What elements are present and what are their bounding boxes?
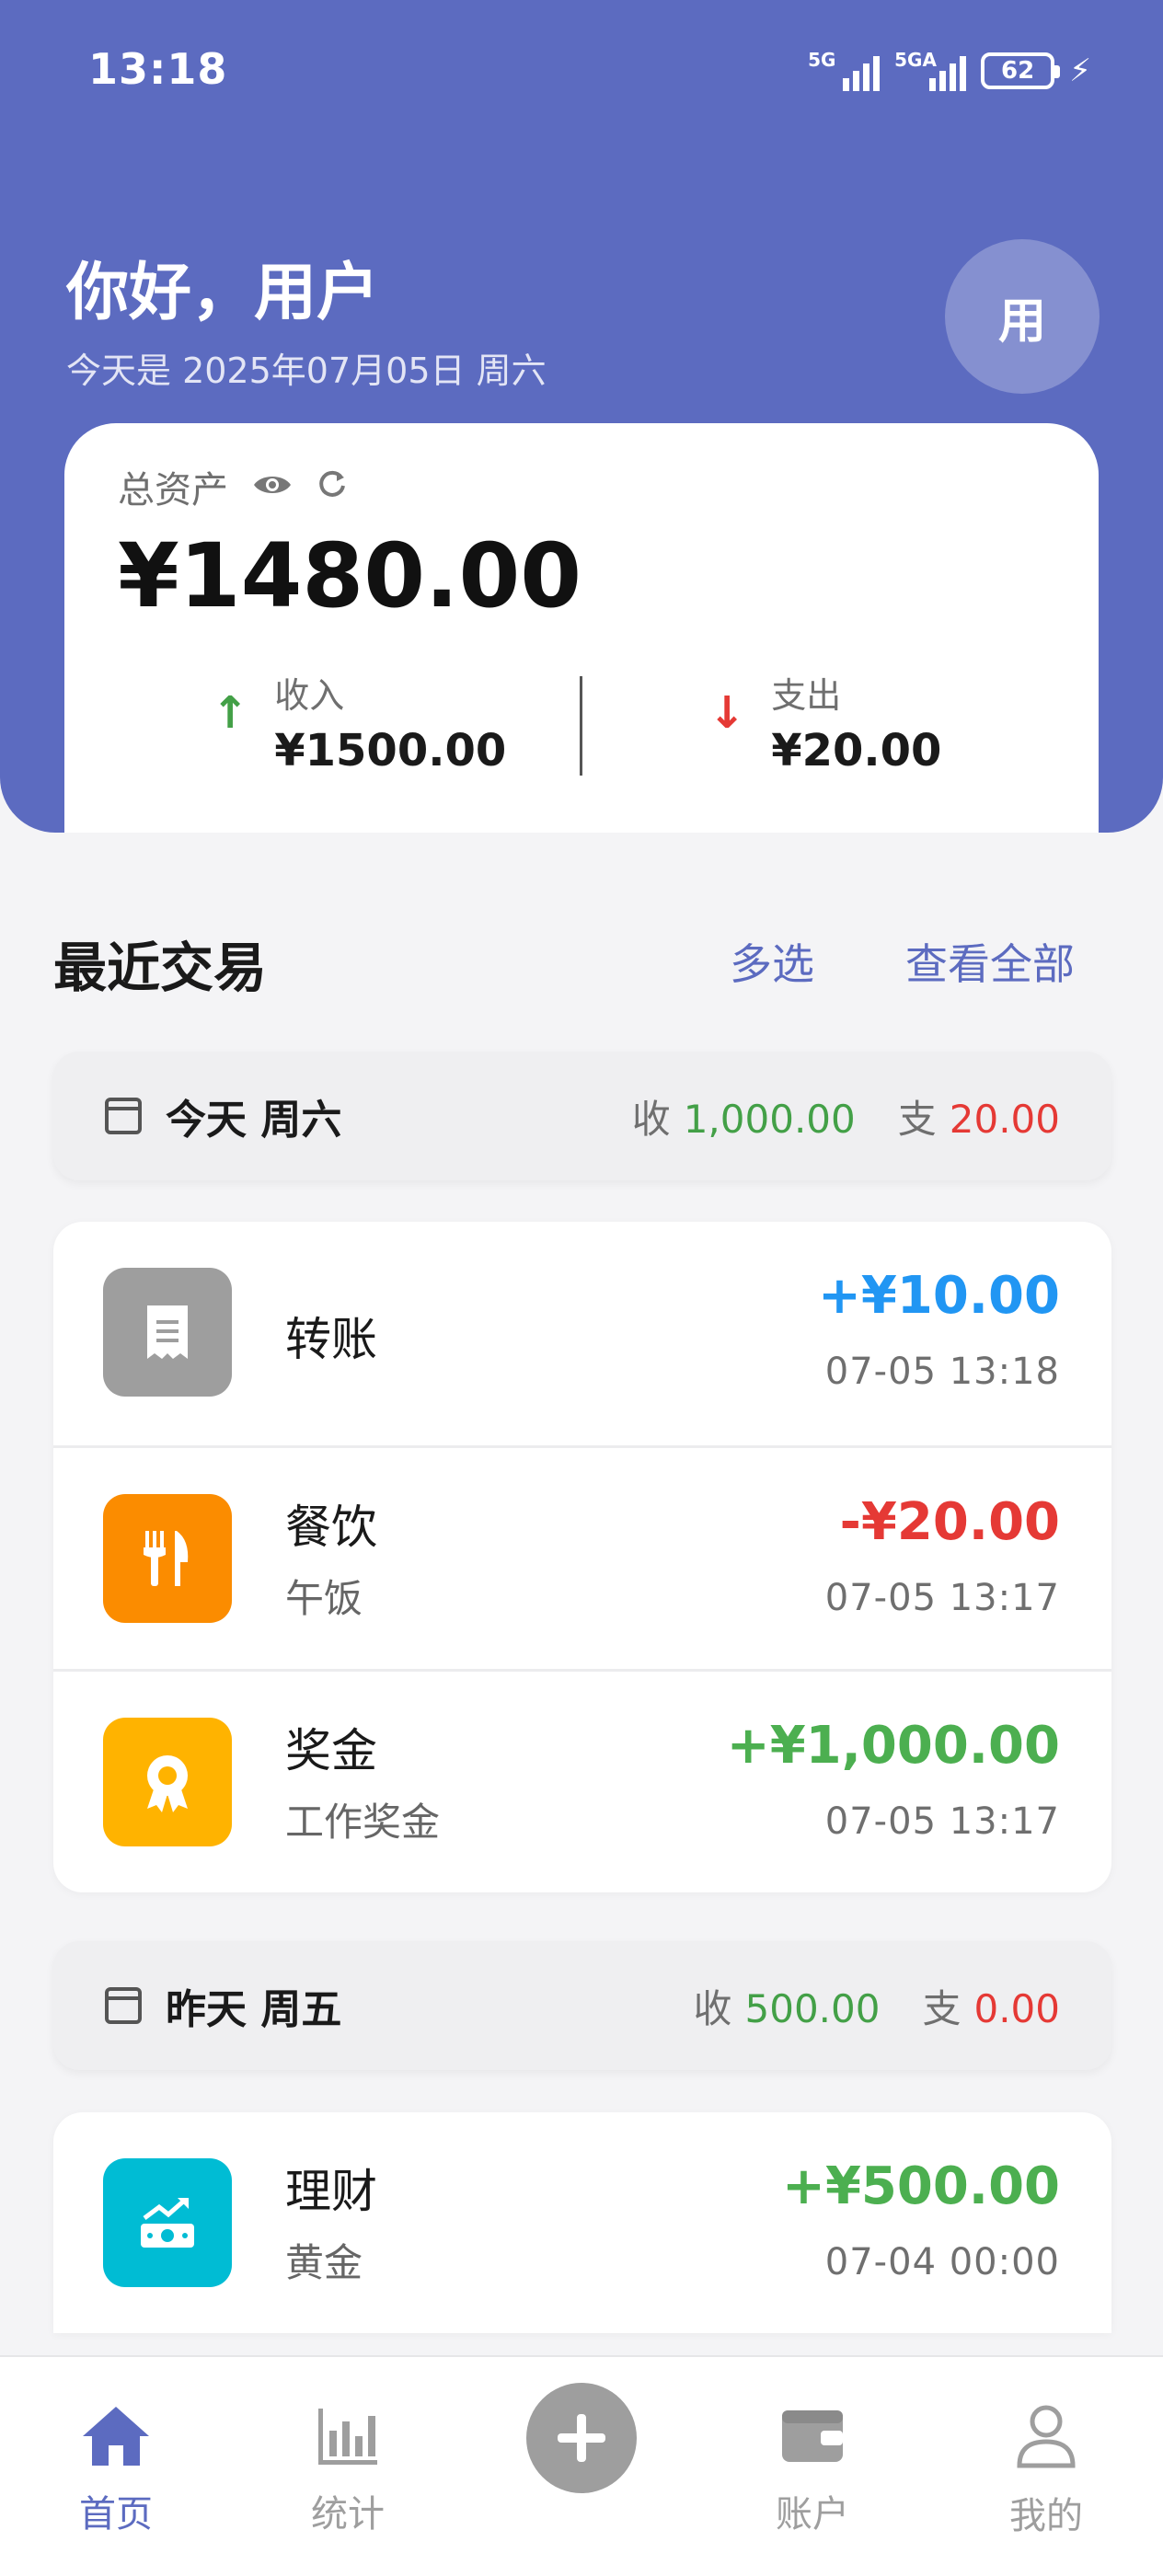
nav-stats-label: 统计	[311, 2493, 385, 2536]
transaction-card: 理财 黄金 +¥500.00 07-04 00:00	[53, 2112, 1111, 2333]
eye-icon[interactable]	[252, 468, 293, 505]
transaction-note: 黄金	[285, 2240, 363, 2285]
income-summary: ↑ 收入 ¥1500.00	[212, 667, 506, 776]
transaction-category: 理财	[285, 2165, 377, 2218]
transaction-amount: +¥500.00	[782, 2156, 1060, 2216]
day-expense: 0.00	[973, 1985, 1060, 2031]
nav-accounts[interactable]: 账户	[739, 2403, 886, 2537]
transaction-note: 午饭	[285, 1576, 363, 1621]
income-value: ¥1500.00	[274, 725, 507, 776]
day-header: 今天 周六 收 1,000.00 支 20.00	[53, 1052, 1111, 1180]
day-title: 昨天 周五	[166, 1986, 342, 2033]
day-title: 今天 周六	[166, 1097, 342, 1144]
transaction-category: 奖金	[285, 1724, 377, 1777]
receipt-icon	[103, 1268, 232, 1397]
transaction-category: 转账	[285, 1313, 377, 1366]
arrow-down-icon: ↓	[708, 687, 746, 739]
greeting: 你好，用户	[66, 257, 380, 329]
list-item[interactable]: 奖金 工作奖金 +¥1,000.00 07-05 13:17	[53, 1669, 1111, 1892]
transaction-note: 工作奖金	[285, 1800, 441, 1845]
signal-icon: 5G	[808, 51, 881, 91]
list-item[interactable]: 理财 黄金 +¥500.00 07-04 00:00	[53, 2112, 1111, 2333]
dining-icon	[103, 1494, 232, 1623]
status-bar: 13:18 5G 5GA 62 ⚡	[0, 0, 1163, 147]
transaction-amount: +¥1,000.00	[726, 1716, 1060, 1776]
transaction-category: 餐饮	[285, 1501, 377, 1554]
date-line: 今天是 2025年07月05日 周六	[66, 351, 547, 391]
wallet-icon	[778, 2403, 846, 2471]
transaction-time: 07-05 13:17	[824, 1577, 1060, 1619]
nav-accounts-label: 账户	[776, 2493, 849, 2536]
award-icon	[103, 1718, 232, 1846]
asset-label: 总资产	[118, 469, 228, 512]
income-label: 收入	[274, 675, 345, 716]
day-header: 昨天 周五 收 500.00 支 0.00	[53, 1941, 1111, 2070]
arrow-up-icon: ↑	[212, 687, 249, 739]
battery-icon: 62	[981, 52, 1061, 89]
expense-value: ¥20.00	[771, 725, 942, 776]
avatar[interactable]: 用	[945, 239, 1100, 394]
transaction-amount: -¥20.00	[839, 1492, 1060, 1552]
nav-home[interactable]: 首页	[42, 2403, 190, 2537]
plus-icon	[558, 2414, 605, 2462]
total-assets-value: ¥1480.00	[118, 524, 582, 627]
calendar-icon	[105, 1987, 142, 2024]
bar-chart-icon	[315, 2403, 381, 2471]
status-icons: 5G 5GA 62 ⚡	[808, 48, 1091, 94]
home-icon	[79, 2403, 153, 2471]
transaction-time: 07-05 13:18	[824, 1351, 1060, 1393]
expense-summary: ↓ 支出 ¥20.00	[708, 667, 941, 776]
asset-card: 总资产 ¥1480.00 ↑ 收入 ¥1500.00 ↓ 支出 ¥20.00	[64, 423, 1099, 833]
add-transaction-button[interactable]	[526, 2383, 637, 2493]
investment-icon	[103, 2158, 232, 2287]
day-summary: 收 1,000.00 支 20.00	[631, 1096, 1060, 1142]
signal-icon-2: 5GA	[894, 51, 967, 91]
refresh-icon[interactable]	[317, 468, 348, 506]
list-item[interactable]: 餐饮 午饭 -¥20.00 07-05 13:17	[53, 1445, 1111, 1669]
asset-label-row: 总资产	[118, 460, 348, 513]
divider	[580, 676, 582, 776]
person-icon	[1014, 2403, 1078, 2473]
day-summary: 收 500.00 支 0.00	[693, 1985, 1060, 2031]
list-item[interactable]: 转账 +¥10.00 07-05 13:18	[53, 1222, 1111, 1445]
nav-mine-label: 我的	[1009, 2495, 1083, 2537]
nav-mine[interactable]: 我的	[973, 2403, 1120, 2539]
transaction-card: 转账 +¥10.00 07-05 13:18 餐饮 午饭 -¥20.00 07-…	[53, 1222, 1111, 1892]
view-all-button[interactable]: 查看全部	[905, 931, 1075, 992]
section-title: 最近交易	[53, 937, 268, 999]
calendar-icon	[105, 1098, 142, 1134]
nav-home-label: 首页	[79, 2493, 153, 2536]
expense-label: 支出	[771, 675, 842, 716]
multi-select-button[interactable]: 多选	[730, 931, 814, 992]
day-expense: 20.00	[949, 1096, 1060, 1142]
status-time: 13:18	[88, 44, 228, 94]
day-income: 1,000.00	[683, 1096, 856, 1142]
day-income: 500.00	[744, 1985, 881, 2031]
transaction-amount: +¥10.00	[817, 1266, 1060, 1326]
transaction-time: 07-04 00:00	[824, 2241, 1060, 2283]
nav-stats[interactable]: 统计	[274, 2403, 421, 2537]
charging-icon: ⚡	[1069, 52, 1091, 89]
transaction-time: 07-05 13:17	[824, 1800, 1060, 1843]
